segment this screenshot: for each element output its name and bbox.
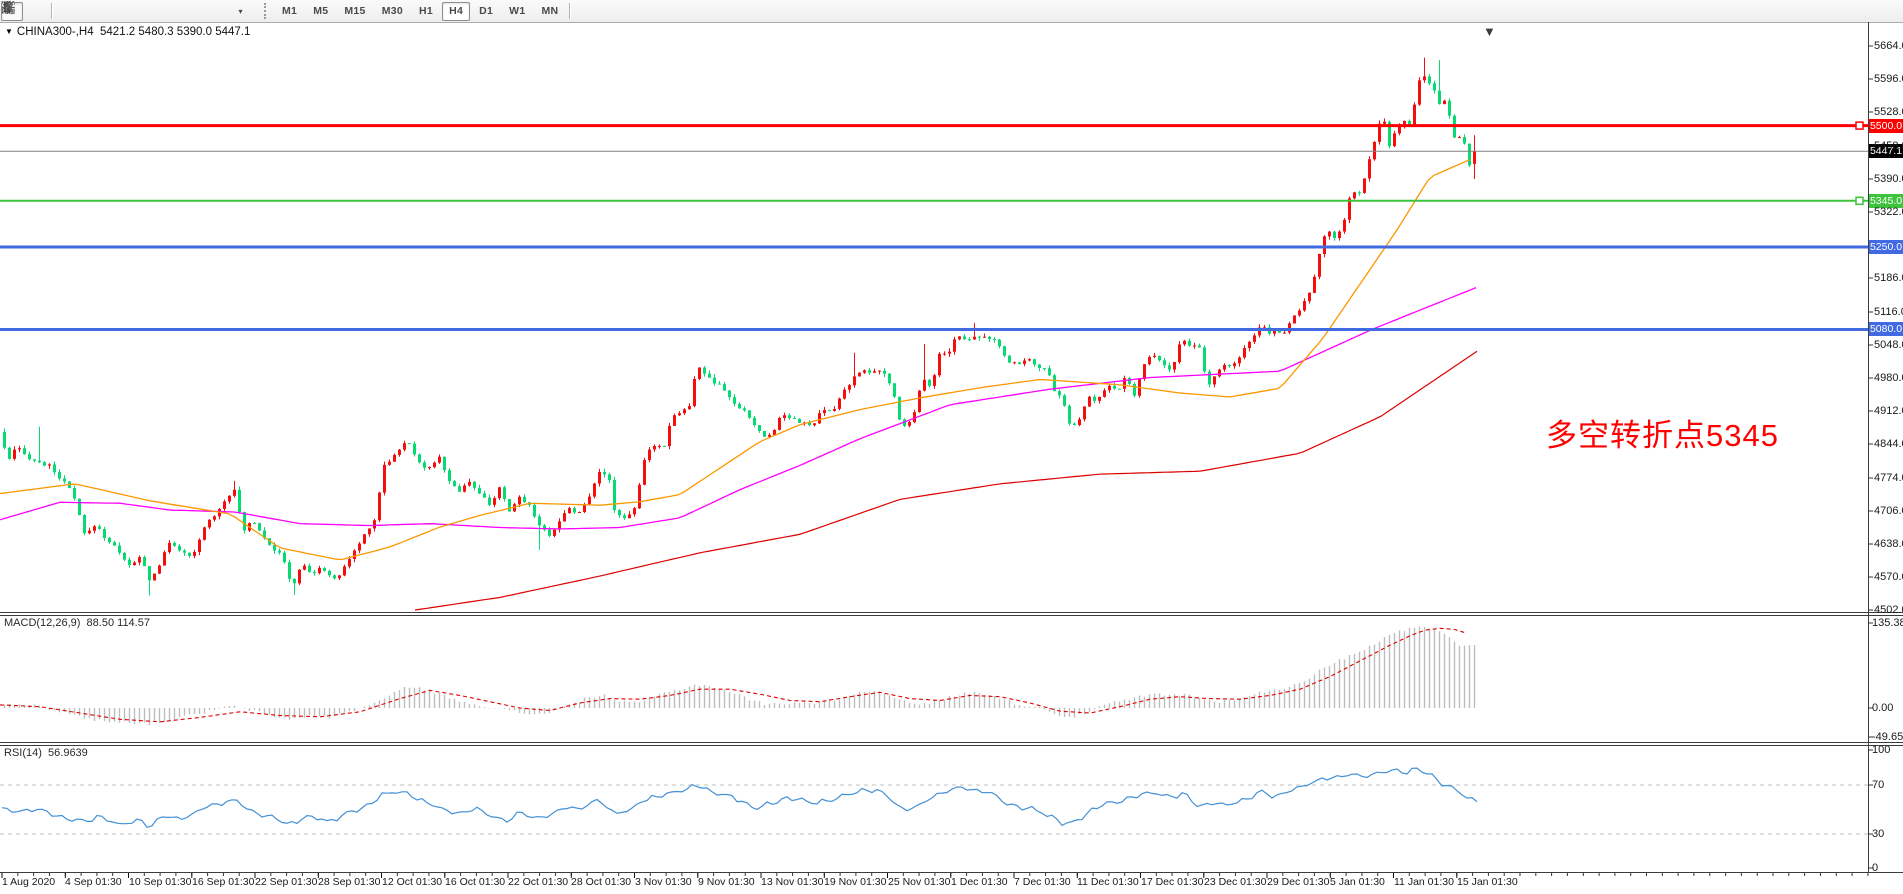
time-label-0: 1 Aug 2020 bbox=[2, 876, 55, 888]
price-badge-5080.0: 5080.0 bbox=[1869, 322, 1903, 336]
time-label-9: 28 Oct 01:30 bbox=[571, 876, 631, 888]
time-label-4: 22 Sep 01:30 bbox=[255, 876, 317, 888]
macd-tick--49.65: -49.65 bbox=[1872, 731, 1903, 743]
price-tick-4706.0: 4706.0 bbox=[1874, 505, 1903, 517]
price-tick-4844.0: 4844.0 bbox=[1874, 438, 1903, 450]
time-label-23: 15 Jan 01:30 bbox=[1457, 876, 1518, 888]
chart-title-collapse-icon[interactable]: ▼ bbox=[5, 27, 13, 36]
price-badge-5500.0: 5500.0 bbox=[1869, 119, 1903, 133]
price-tick-5116.0: 5116.0 bbox=[1874, 306, 1903, 318]
moving-averages bbox=[0, 160, 1477, 610]
rsi-label: RSI(14) 56.9639 bbox=[4, 747, 88, 759]
rsi-tick-70: 70 bbox=[1872, 779, 1884, 791]
time-label-10: 3 Nov 01:30 bbox=[635, 876, 692, 888]
macd-tick-135.38: 135.38 bbox=[1872, 617, 1903, 629]
price-tick-5322.0: 5322.0 bbox=[1874, 206, 1903, 218]
time-label-14: 25 Nov 01:30 bbox=[888, 876, 950, 888]
price-tick-4774.0: 4774.0 bbox=[1874, 472, 1903, 484]
macd-signal-line bbox=[0, 628, 1465, 722]
chart-title: ▼ CHINA300-,H4 5421.2 5480.3 5390.0 5447.… bbox=[5, 26, 250, 38]
ohlc-close: 5447.1 bbox=[215, 26, 250, 38]
price-tick-5664.0: 5664.0 bbox=[1874, 40, 1903, 52]
rsi-name: RSI(14) bbox=[4, 747, 42, 759]
ohlc-high: 5480.3 bbox=[138, 26, 173, 38]
time-label-13: 19 Nov 01:30 bbox=[824, 876, 886, 888]
time-label-21: 5 Jan 01:30 bbox=[1330, 876, 1385, 888]
price-tick-5048.0: 5048.0 bbox=[1874, 339, 1903, 351]
price-tick-4570.0: 4570.0 bbox=[1874, 571, 1903, 583]
price-tick-5390.0: 5390.0 bbox=[1874, 173, 1903, 185]
time-label-11: 9 Nov 01:30 bbox=[698, 876, 755, 888]
time-label-2: 10 Sep 01:30 bbox=[129, 876, 191, 888]
price-tick-4502.0: 4502.0 bbox=[1874, 604, 1903, 616]
time-label-22: 11 Jan 01:30 bbox=[1394, 876, 1454, 888]
price-tick-5596.0: 5596.0 bbox=[1874, 73, 1903, 85]
price-tick-5458.0: 5458.0 bbox=[1874, 140, 1903, 152]
time-label-7: 16 Oct 01:30 bbox=[445, 876, 505, 888]
rsi-tick-100: 100 bbox=[1872, 744, 1890, 756]
time-label-17: 11 Dec 01:30 bbox=[1077, 876, 1139, 888]
time-label-1: 4 Sep 01:30 bbox=[65, 876, 122, 888]
time-label-5: 28 Sep 01:30 bbox=[318, 876, 380, 888]
chart-annotation-text[interactable]: 多空转折点5345 bbox=[1546, 410, 1779, 455]
hline-5500.0[interactable] bbox=[0, 122, 1868, 129]
time-label-20: 29 Dec 01:30 bbox=[1267, 876, 1329, 888]
price-tick-4980.0: 4980.0 bbox=[1874, 372, 1903, 384]
price-tick-4912.0: 4912.0 bbox=[1874, 405, 1903, 417]
time-label-6: 12 Oct 01:30 bbox=[382, 876, 442, 888]
hline-5345.0[interactable] bbox=[0, 197, 1868, 204]
macd-value-main: 88.50 bbox=[87, 617, 115, 629]
macd-label: MACD(12,26,9) 88.50 114.57 bbox=[4, 617, 150, 629]
ma-slow-red-line bbox=[415, 351, 1477, 610]
price-tick-5528.0: 5528.0 bbox=[1874, 106, 1903, 118]
macd-indicator bbox=[0, 627, 1475, 725]
time-label-15: 1 Dec 01:30 bbox=[951, 876, 1008, 888]
rsi-line bbox=[2, 768, 1477, 827]
macd-tick-0.00: 0.00 bbox=[1872, 702, 1893, 714]
price-tick-5186.0: 5186.0 bbox=[1874, 272, 1903, 284]
rsi-tick-30: 30 bbox=[1872, 828, 1884, 840]
time-label-3: 16 Sep 01:30 bbox=[192, 876, 254, 888]
macd-name: MACD(12,26,9) bbox=[4, 617, 80, 629]
price-tick-4638.0: 4638.0 bbox=[1874, 538, 1903, 550]
mt4-window: E F A T bbox=[0, 0, 1903, 894]
price-badge-5250.0: 5250.0 bbox=[1869, 240, 1903, 254]
down-arrow-marker-icon[interactable]: ▼ bbox=[1483, 24, 1496, 39]
time-label-16: 7 Dec 01:30 bbox=[1014, 876, 1071, 888]
rsi-indicator bbox=[0, 768, 1868, 834]
rsi-tick-0: 0 bbox=[1872, 862, 1878, 874]
ohlc-low: 5390.0 bbox=[177, 26, 212, 38]
macd-value-signal: 114.57 bbox=[117, 617, 150, 629]
time-label-18: 17 Dec 01:30 bbox=[1141, 876, 1203, 888]
ohlc-open: 5421.2 bbox=[100, 26, 135, 38]
time-label-19: 23 Dec 01:30 bbox=[1204, 876, 1266, 888]
time-label-12: 13 Nov 01:30 bbox=[761, 876, 823, 888]
ma-fast-orange-line bbox=[0, 160, 1470, 560]
symbol-period: CHINA300-,H4 bbox=[17, 26, 94, 38]
rsi-value: 56.9639 bbox=[48, 747, 88, 759]
time-label-8: 22 Oct 01:30 bbox=[508, 876, 568, 888]
candlestick-series bbox=[3, 58, 1476, 596]
